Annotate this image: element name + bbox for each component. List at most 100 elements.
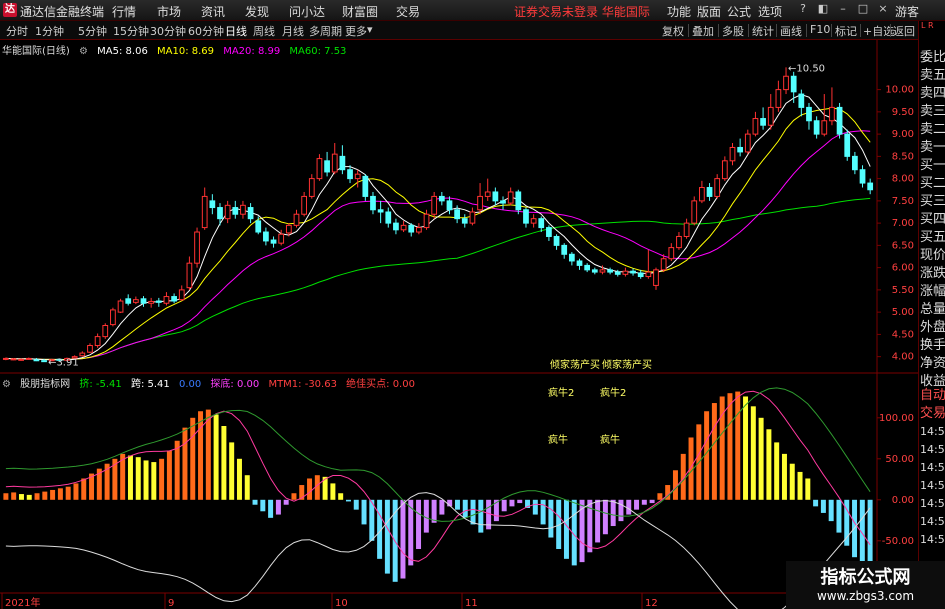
tool-overlay[interactable]: 叠加	[692, 23, 714, 39]
side-item[interactable]: 买一	[920, 157, 945, 175]
menu-function[interactable]: 功能	[667, 3, 691, 20]
tool-multi-stock[interactable]: 多股	[722, 23, 744, 39]
tool-f10[interactable]: F10	[810, 23, 830, 36]
histogram-bar	[548, 499, 554, 538]
menu-layout[interactable]: 版面	[697, 3, 721, 20]
side-item[interactable]: 卖一	[920, 139, 945, 157]
side-item[interactable]: 现价	[920, 247, 945, 265]
app-logo-icon: 达	[3, 3, 17, 17]
side-item[interactable]: 14:56	[920, 495, 945, 513]
login-notice[interactable]: 证券交易未登录 华能国际	[514, 3, 650, 20]
candle-body	[377, 209, 384, 213]
histogram-bar	[743, 396, 749, 500]
period-daily[interactable]: 日线	[225, 23, 247, 39]
period-multi[interactable]: 多周期	[309, 23, 342, 39]
menu-item-exchange[interactable]: 市场	[157, 3, 181, 20]
side-lr-toggle[interactable]: L R	[921, 21, 934, 30]
histogram-bar	[11, 492, 17, 500]
toolbar-divider	[831, 24, 832, 37]
tool-mark[interactable]: 标记	[835, 23, 857, 39]
histogram-bar	[65, 486, 71, 500]
side-item[interactable]: 交易	[920, 405, 945, 423]
side-item[interactable]: 委比	[920, 49, 945, 67]
histogram-bar	[509, 499, 515, 507]
menu-item-trade[interactable]: 交易	[396, 3, 420, 20]
settings-gear-icon[interactable]: ⚙	[2, 379, 11, 390]
candle-body	[668, 247, 675, 260]
side-item[interactable]: 买三	[920, 193, 945, 211]
histogram-bar	[174, 440, 180, 500]
side-item[interactable]: 外盘	[920, 319, 945, 337]
histogram-bar	[26, 494, 32, 500]
side-item[interactable]: 14:56	[920, 441, 945, 459]
close-icon[interactable]: ×	[876, 2, 890, 16]
period-15min[interactable]: 15分钟	[113, 23, 149, 39]
candle-body	[660, 258, 667, 271]
skin-icon[interactable]: ◧	[816, 2, 830, 16]
tool-adjust[interactable]: 复权	[662, 23, 684, 39]
histogram-bar	[828, 499, 834, 522]
settings-gear-icon[interactable]: ⚙	[79, 46, 88, 57]
candle-body	[393, 222, 399, 231]
indicator-name[interactable]: 股朋指标网	[20, 379, 70, 390]
menu-formula[interactable]: 公式	[727, 3, 751, 20]
candle-body	[155, 300, 162, 303]
candle-body	[492, 191, 499, 202]
side-item[interactable]: 卖三	[920, 103, 945, 121]
help-icon[interactable]: ?	[796, 2, 810, 16]
menu-item-news[interactable]: 资讯	[201, 3, 225, 20]
side-item[interactable]: 14:56	[920, 459, 945, 477]
indicator-value-f: 绝佳买点: 0.00	[346, 379, 415, 390]
candle-body	[186, 262, 193, 289]
tool-back[interactable]: 返回	[893, 23, 915, 39]
guest-account[interactable]: 游客	[895, 3, 919, 20]
candle-body	[178, 289, 185, 301]
menu-options[interactable]: 选项	[758, 3, 782, 20]
period-monthly[interactable]: 月线	[282, 23, 304, 39]
side-item[interactable]: 买五	[920, 229, 945, 247]
maximize-icon[interactable]: □	[856, 2, 870, 16]
candle-body	[148, 300, 155, 304]
side-item[interactable]: 涨跌	[920, 265, 945, 283]
side-item[interactable]: 卖五	[920, 67, 945, 85]
side-item[interactable]: 总量	[920, 301, 945, 319]
signal-label: 倾家荡产买	[550, 358, 600, 371]
histogram-bar	[384, 499, 390, 574]
side-item[interactable]: 涨幅	[920, 283, 945, 301]
minimize-icon[interactable]: –	[836, 2, 850, 16]
side-item[interactable]: 14:56	[920, 531, 945, 549]
period-60min[interactable]: 60分钟	[188, 23, 224, 39]
histogram-bar	[18, 494, 24, 500]
candle-body	[844, 133, 851, 157]
side-item[interactable]: 14:56	[920, 423, 945, 441]
period-30min[interactable]: 30分钟	[150, 23, 186, 39]
candle-body	[446, 200, 453, 211]
side-item[interactable]: 买二	[920, 175, 945, 193]
side-item[interactable]: 买四	[920, 211, 945, 229]
period-5min[interactable]: 5分钟	[78, 23, 107, 39]
stock-name[interactable]: 华能国际(日线)	[2, 46, 70, 57]
tool-draw[interactable]: 画线	[780, 23, 802, 39]
side-item[interactable]: 换手	[920, 337, 945, 355]
side-item[interactable]: 14:56	[920, 513, 945, 531]
histogram-bar	[127, 455, 133, 500]
price-axis-label: 7.00	[892, 218, 914, 229]
chevron-down-icon[interactable]: ▾	[367, 23, 373, 36]
side-item[interactable]: 净资	[920, 355, 945, 373]
period-1min[interactable]: 1分钟	[35, 23, 64, 39]
period-more[interactable]: 更多	[345, 23, 367, 39]
menu-item-market[interactable]: 行情	[112, 3, 136, 20]
side-item[interactable]: 卖四	[920, 85, 945, 103]
period-timeshare[interactable]: 分时	[6, 23, 28, 39]
side-item[interactable]: 自动	[920, 387, 945, 405]
kline-chart[interactable]: 10.00 9.50 9.00 8.50 8.00 7.50 7.00 6.50 6.00 5.5…	[0, 40, 918, 609]
side-item[interactable]: 卖二	[920, 121, 945, 139]
histogram-bar	[252, 499, 258, 505]
side-item[interactable]: 14:56	[920, 477, 945, 495]
menu-item-assistant[interactable]: 问小达	[289, 3, 325, 20]
menu-item-discover[interactable]: 发现	[245, 3, 269, 20]
menu-item-wealth[interactable]: 财富圈	[342, 3, 378, 20]
histogram-bar	[836, 499, 842, 533]
tool-stats[interactable]: 统计	[752, 23, 774, 39]
period-weekly[interactable]: 周线	[253, 23, 275, 39]
